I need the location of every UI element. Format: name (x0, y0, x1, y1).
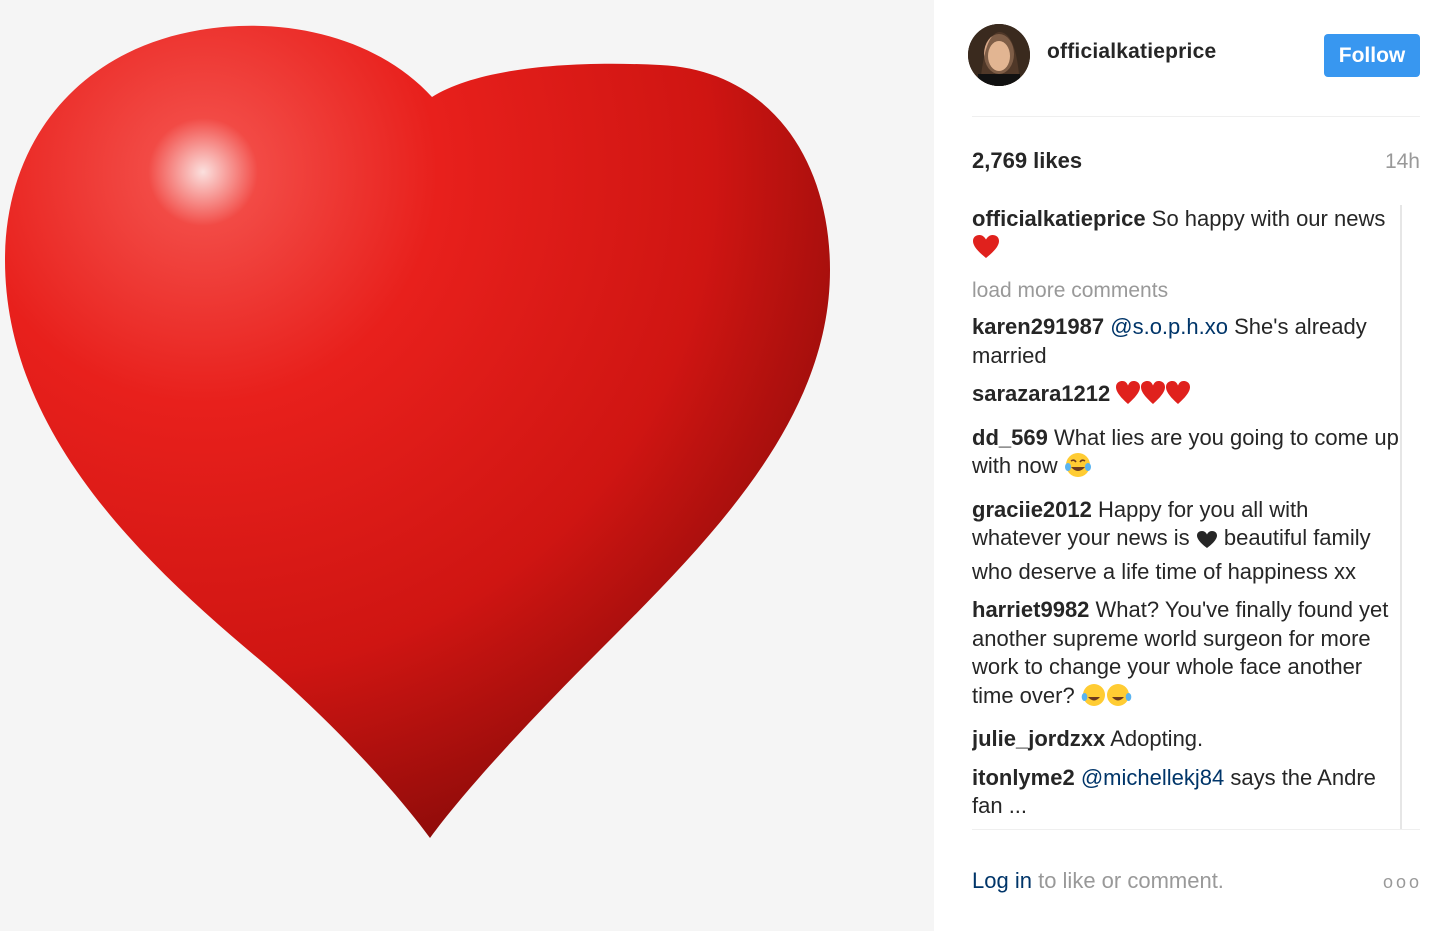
post-time[interactable]: 14h (1385, 150, 1420, 174)
comment-user[interactable]: graciie2012 (972, 497, 1092, 522)
comment-text: Adopting. (1110, 726, 1204, 751)
comment-user[interactable]: dd_569 (972, 425, 1048, 450)
red-heart-emoji (972, 234, 1000, 268)
more-options-icon[interactable]: ooo (1383, 872, 1422, 893)
footer-divider (972, 829, 1420, 830)
caption-user[interactable]: officialkatieprice (972, 206, 1146, 231)
comments-list: officialkatieprice So happy with our new… (972, 205, 1402, 829)
red-heart-image (5, 25, 830, 838)
joy-emoji (1064, 452, 1092, 486)
login-prompt-text: to like or comment. (1038, 868, 1224, 893)
likes-count[interactable]: 2,769 likes (972, 148, 1082, 174)
comment-mention[interactable]: @s.o.p.h.xo (1110, 314, 1228, 339)
follow-button[interactable]: Follow (1324, 34, 1420, 77)
post-sidebar: officialkatieprice Follow 2,769 likes 14… (934, 0, 1440, 931)
caption: officialkatieprice So happy with our new… (972, 205, 1400, 267)
instagram-post-page: officialkatieprice Follow 2,769 likes 14… (0, 0, 1440, 931)
comment-user[interactable]: karen291987 (972, 314, 1104, 339)
post-header: officialkatieprice Follow (968, 24, 1420, 88)
joy-emoji (1081, 682, 1133, 716)
comment-user[interactable]: itonlyme2 (972, 765, 1075, 790)
load-more-comments[interactable]: load more comments (972, 277, 1400, 305)
comment-item: sarazara1212 (972, 380, 1400, 414)
comment-item: julie_jordzxx Adopting. (972, 725, 1400, 754)
comment-item: graciie2012 Happy for you all with whate… (972, 496, 1400, 587)
comment-item: itonlyme2 @michellekj84 says the Andre f… (972, 764, 1400, 821)
post-username[interactable]: officialkatieprice (1047, 40, 1216, 64)
comment-mention[interactable]: @michellekj84 (1081, 765, 1224, 790)
header-divider (972, 116, 1420, 117)
login-prompt: Log in to like or comment. (972, 868, 1224, 894)
comment-item: harriet9982 What? You've finally found y… (972, 596, 1400, 715)
comment-item: dd_569 What lies are you going to come u… (972, 424, 1400, 486)
post-image[interactable] (0, 0, 934, 931)
login-link[interactable]: Log in (972, 868, 1032, 893)
caption-text: So happy with our news (1151, 206, 1386, 231)
black-heart-icon (1196, 529, 1218, 558)
comment-user[interactable]: sarazara1212 (972, 381, 1110, 406)
comment-user[interactable]: harriet9982 (972, 597, 1089, 622)
avatar[interactable] (968, 24, 1030, 86)
red-heart-emoji (1116, 380, 1192, 414)
comment-user[interactable]: julie_jordzxx (972, 726, 1105, 751)
comment-item: karen291987 @s.o.p.h.xo She's already ma… (972, 313, 1400, 370)
